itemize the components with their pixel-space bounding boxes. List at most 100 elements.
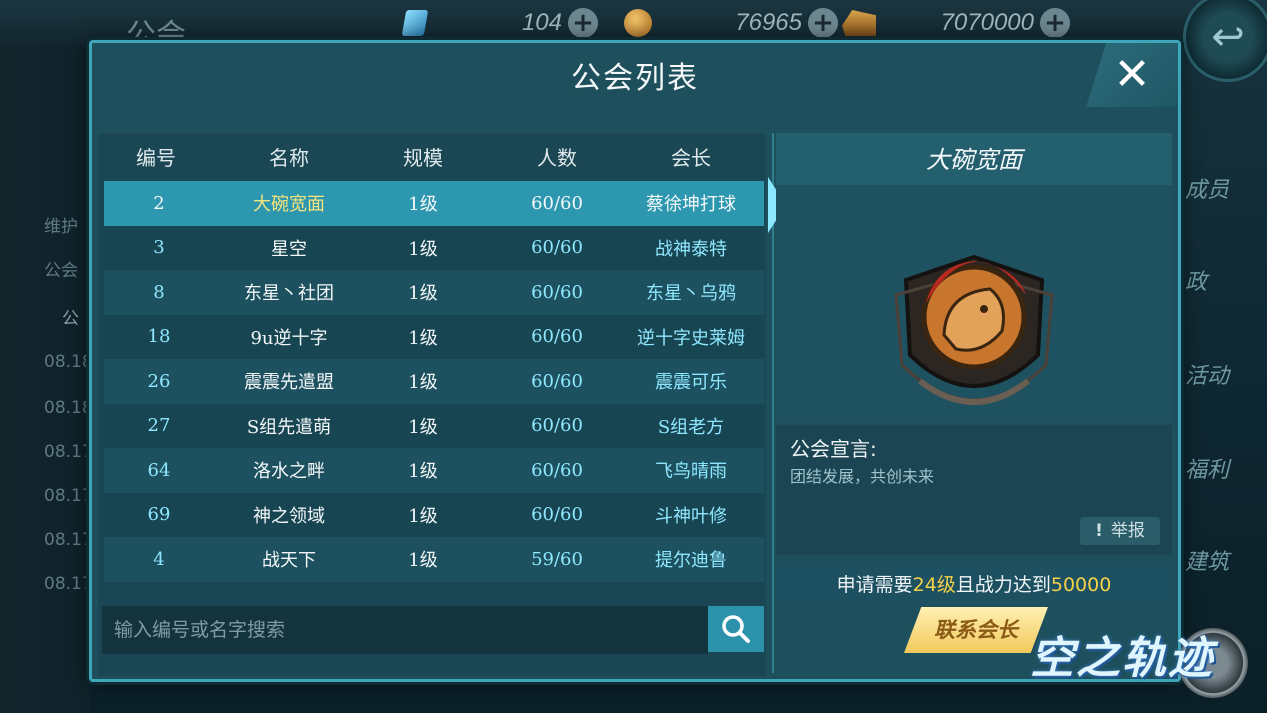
header-members: 人数 [537,146,577,170]
guild-row[interactable]: 4 战天下 1级 59/60 提尔迪鲁 [104,537,764,582]
guild-members: 59/60 [531,548,583,570]
guild-id: 26 [147,370,171,392]
contact-leader-button[interactable]: 联系会长 [904,607,1048,653]
guild-leader: 逆十字史莱姆 [637,327,745,349]
bg-left-date: 08.17 [44,486,93,506]
declaration-text: 团结发展，共创未来 [790,467,935,486]
list-header: 编号 名称 规模 人数 会长 [98,133,766,179]
guild-scale: 1级 [408,550,438,572]
guild-id: 27 [147,415,171,437]
guild-members: 60/60 [531,326,583,348]
guild-scale: 1级 [408,283,438,305]
header-id: 编号 [136,146,176,170]
coin-icon [624,9,652,37]
crystal-count: 104 [521,9,562,36]
dialog-title: 公会列表 [571,61,699,96]
warning-icon: ! [1095,521,1103,541]
declaration-area: 公会宣言: 团结发展，共创未来 ! 举报 [776,425,1172,555]
requirement-text: 申请需要24级且战力达到50000 [776,565,1172,605]
bg-left-date: 08.18 [44,398,93,418]
detail-guild-name: 大碗宽面 [776,133,1172,185]
search-input[interactable] [102,606,708,654]
guild-scale: 1级 [408,461,438,483]
emblem-area [776,185,1172,422]
guild-row[interactable]: 2 大碗宽面 1级 60/60 蔡徐坤打球 [104,181,764,226]
bg-tab-welfare: 福利 [1185,458,1230,483]
gold-bar-icon [842,10,876,36]
guild-row[interactable]: 8 东星丶社团 1级 60/60 东星丶乌鸦 [104,270,764,315]
guild-name: 大碗宽面 [253,194,325,216]
guild-rows: 2 大碗宽面 1级 60/60 蔡徐坤打球 3 星空 1级 60/60 战神泰特… [104,181,764,582]
crystal-icon [401,10,429,36]
header-name: 名称 [269,146,309,170]
add-coin-button[interactable]: + [808,8,838,38]
coin-count: 76965 [735,9,802,36]
guild-name: 星空 [271,238,307,260]
guild-members: 60/60 [531,281,583,303]
guild-name: 洛水之畔 [253,461,325,483]
guild-members: 60/60 [531,237,583,259]
guild-scale: 1级 [408,327,438,349]
guild-name: S组先遣萌 [246,416,332,438]
guild-name: 9u逆十字 [250,327,328,349]
bg-left-date: 08.17 [44,530,93,550]
guild-name: 神之领域 [253,505,325,527]
search-button[interactable] [708,606,764,652]
bg-left-date: 08.18 [44,352,93,372]
guild-row[interactable]: 64 洛水之畔 1级 60/60 飞鸟晴雨 [104,448,764,493]
declaration-title: 公会宣言: [790,437,877,461]
guild-leader: 斗神叶修 [655,505,727,527]
bg-tab-activity: 活动 [1185,364,1230,389]
guild-id: 3 [153,237,165,259]
guild-leader: S组老方 [657,416,725,438]
bg-tab-building: 建筑 [1185,550,1230,575]
gold-count: 7070000 [940,9,1034,36]
guild-id: 2 [153,192,165,214]
guild-id: 18 [147,326,171,348]
header-scale: 规模 [403,146,443,170]
requirement-mid: 且战力达到 [955,574,1051,596]
guild-scale: 1级 [408,416,438,438]
add-crystal-button[interactable]: + [568,8,598,38]
guild-leader: 战神泰特 [655,238,727,260]
guild-members: 60/60 [531,370,583,392]
guild-scale: 1级 [408,194,438,216]
guild-name: 震震先遣盟 [244,372,334,394]
guild-detail-panel: 大碗宽面 公会宣言: 团结发展，共创未来 ! 举报 申请需要24级且战力达到500… [776,133,1172,676]
close-icon: ✕ [1113,49,1151,100]
crystal-resource: 104 + [401,6,598,40]
guild-leader: 蔡徐坤打球 [646,194,736,216]
search-bar [102,606,764,654]
guild-row[interactable]: 69 神之领域 1级 60/60 斗神叶修 [104,492,764,537]
requirement-power: 50000 [1050,574,1112,596]
game-logo: 空之轨迹 [1030,633,1214,684]
guild-id: 4 [153,548,165,570]
requirement-level: 24级 [912,574,956,596]
bg-left-date: 08.17 [44,574,93,594]
back-arrow-icon: ↩ [1211,14,1245,60]
coin-resource: 76965 + [624,6,838,40]
guild-emblem-icon [894,254,1054,405]
bg-left-date: 08.17 [44,442,93,462]
guild-members: 60/60 [531,504,583,526]
guild-list-dialog: 公会列表 ✕ 编号 名称 规模 人数 会长 2 大碗宽面 1级 60/60 蔡徐… [89,40,1181,682]
guild-row[interactable]: 27 S组先遣萌 1级 60/60 S组老方 [104,403,764,448]
add-gold-button[interactable]: + [1040,8,1070,38]
bg-left-item: 维护 [44,217,78,237]
guild-members: 60/60 [531,192,583,214]
guild-leader: 东星丶乌鸦 [646,283,736,305]
guild-members: 60/60 [531,459,583,481]
guild-scale: 1级 [408,372,438,394]
report-button[interactable]: ! 举报 [1080,517,1160,545]
guild-row[interactable]: 3 星空 1级 60/60 战神泰特 [104,225,764,270]
guild-scale: 1级 [408,238,438,260]
guild-name: 战天下 [262,550,316,572]
guild-row[interactable]: 26 震震先遣盟 1级 60/60 震震可乐 [104,359,764,404]
guild-id: 64 [147,459,171,481]
guild-leader: 震震可乐 [655,372,727,394]
report-label: 举报 [1110,521,1145,541]
bg-left-item: 公 [62,309,79,329]
guild-row[interactable]: 18 9u逆十字 1级 60/60 逆十字史莱姆 [104,314,764,359]
header-leader: 会长 [671,146,711,170]
requirement-prefix: 申请需要 [836,574,913,596]
